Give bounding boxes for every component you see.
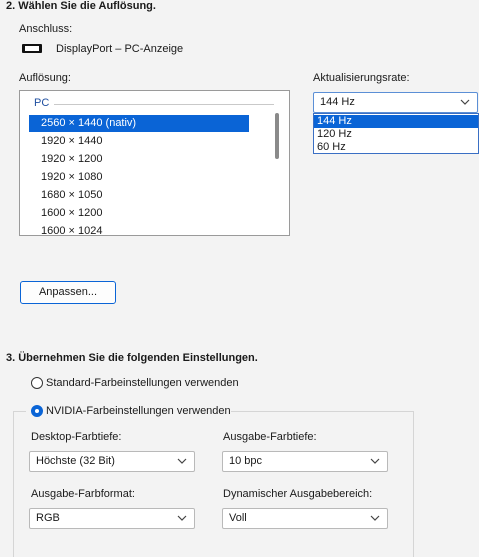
resolution-item[interactable]: 1600 × 1024 (29, 223, 249, 235)
dynamic-range-value: Voll (229, 512, 247, 524)
output-format-dropdown[interactable]: RGB (29, 508, 195, 529)
resolution-item[interactable]: 1680 × 1050 (29, 187, 249, 204)
refresh-option[interactable]: 144 Hz (314, 115, 478, 128)
output-depth-label: Ausgabe-Farbtiefe: (223, 431, 317, 443)
chevron-down-icon (370, 515, 380, 521)
refresh-rate-label: Aktualisierungsrate: (313, 72, 410, 84)
output-format-label: Ausgabe-Farbformat: (31, 488, 135, 500)
monitor-icon (22, 44, 42, 53)
output-depth-dropdown[interactable]: 10 bpc (222, 451, 388, 472)
resolution-item[interactable]: 1920 × 1200 (29, 151, 249, 168)
output-format-value: RGB (36, 512, 60, 524)
radio-nvidia-colors[interactable] (31, 405, 43, 417)
resolution-item[interactable]: 2560 × 1440 (nativ) (29, 115, 249, 132)
resolution-listbox[interactable]: PC 2560 × 1440 (nativ) 1920 × 1440 1920 … (19, 90, 290, 236)
connection-label: Anschluss: (19, 23, 73, 35)
radio-default-colors[interactable] (31, 377, 43, 389)
output-depth-value: 10 bpc (229, 455, 263, 467)
chevron-down-icon (370, 458, 380, 464)
group-divider (54, 104, 274, 105)
desktop-depth-value: Höchste (32 Bit) (36, 455, 115, 467)
resolution-item[interactable]: 1600 × 1200 (29, 205, 249, 222)
refresh-rate-dropdown[interactable]: 144 Hz (313, 92, 478, 113)
chevron-down-icon (177, 515, 187, 521)
dynamic-range-dropdown[interactable]: Voll (222, 508, 388, 529)
chevron-down-icon (460, 99, 470, 105)
customize-button[interactable]: Anpassen... (20, 281, 116, 304)
refresh-rate-value: 144 Hz (320, 96, 355, 108)
list-scrollbar-thumb[interactable] (275, 113, 279, 159)
refresh-option[interactable]: 60 Hz (314, 141, 478, 154)
resolution-group-label: PC (34, 97, 50, 109)
dynamic-range-label: Dynamischer Ausgabebereich: (223, 488, 373, 500)
desktop-depth-dropdown[interactable]: Höchste (32 Bit) (29, 451, 195, 472)
resolution-item[interactable]: 1920 × 1080 (29, 169, 249, 186)
resolution-item[interactable]: 1920 × 1440 (29, 133, 249, 150)
section2-heading: 2. Wählen Sie die Auflösung. (6, 0, 156, 12)
desktop-depth-label: Desktop-Farbtiefe: (31, 431, 122, 443)
radio-default-label[interactable]: Standard-Farbeinstellungen verwenden (46, 377, 239, 389)
resolution-label: Auflösung: (19, 72, 71, 84)
refresh-option[interactable]: 120 Hz (314, 128, 478, 141)
refresh-rate-popup[interactable]: 144 Hz 120 Hz 60 Hz (313, 113, 479, 154)
radio-nvidia-label[interactable]: NVIDIA-Farbeinstellungen verwenden (46, 405, 231, 417)
section3-heading: 3. Übernehmen Sie die folgenden Einstell… (6, 352, 258, 364)
connection-value: DisplayPort – PC-Anzeige (56, 43, 184, 55)
chevron-down-icon (177, 458, 187, 464)
